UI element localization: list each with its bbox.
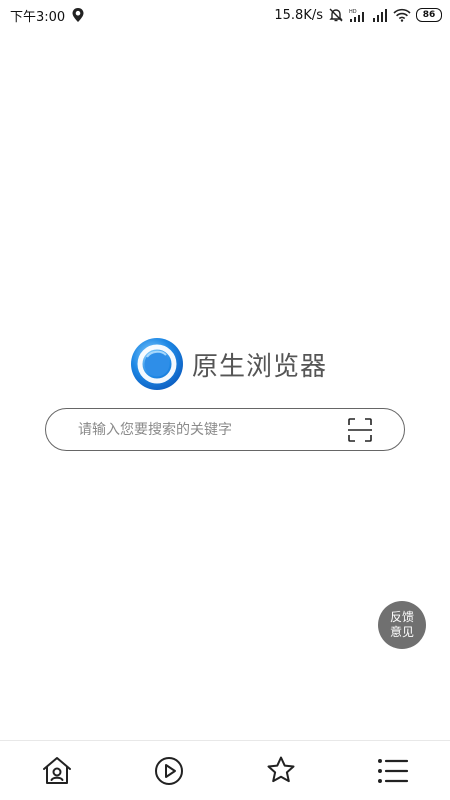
network-speed: 15.8K/s [274,7,323,23]
hd-signal-icon: HD [349,8,367,22]
search-box[interactable] [45,408,405,451]
search-input[interactable] [76,420,346,439]
location-icon [71,7,85,23]
alarm-off-icon [328,7,344,23]
bottom-nav [0,740,450,800]
home-icon [40,754,74,788]
status-time: 下午3:00 [10,9,66,25]
battery-icon: 86 [416,8,442,22]
brand: 原生浏览器 [130,337,327,391]
wifi-icon [393,8,411,22]
brand-name: 原生浏览器 [192,351,328,382]
nav-favorites-button[interactable] [264,754,298,788]
signal-icon [372,8,388,22]
menu-list-icon [376,754,410,788]
play-icon [152,754,186,788]
status-right: 15.8K/s HD 86 [274,7,442,23]
feedback-label-line1: 反馈 [389,610,414,624]
nav-video-button[interactable] [152,754,186,788]
nav-home-button[interactable] [40,754,74,788]
status-left: 下午3:00 [10,6,85,25]
browser-logo-icon [130,337,184,391]
status-bar: 下午3:00 15.8K/s HD 86 [0,0,450,30]
feedback-label-line2: 意见 [389,625,414,639]
feedback-button[interactable]: 反馈 意见 [378,601,426,649]
scan-icon[interactable] [346,416,374,444]
svg-text:HD: HD [349,9,357,15]
nav-menu-button[interactable] [376,754,410,788]
star-icon [264,754,298,788]
